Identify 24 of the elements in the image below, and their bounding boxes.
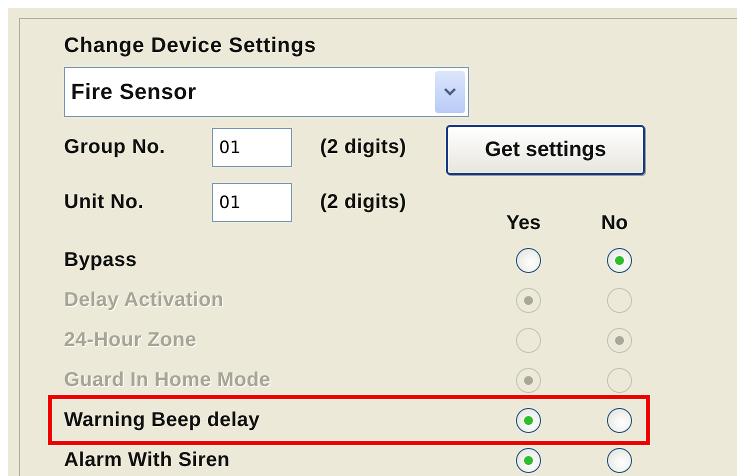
option-label: Bypass: [64, 248, 138, 272]
field-hint: (2 digits): [320, 191, 408, 214]
radio-button[interactable]: [607, 248, 632, 272]
number-field[interactable]: 01: [212, 128, 292, 167]
option-label: Alarm With Siren: [64, 448, 231, 472]
field-label: Group No.: [64, 136, 166, 159]
radio-button[interactable]: [516, 248, 541, 272]
option-label: 24-Hour Zone: [64, 328, 198, 352]
column-header: No: [600, 212, 629, 234]
field-hint: (2 digits): [320, 136, 408, 159]
option-label: Warning Beep delay: [64, 408, 261, 432]
get-settings-button[interactable]: Get settings: [446, 124, 645, 174]
column-header: Yes: [505, 212, 542, 234]
field-label: Unit No.: [64, 191, 145, 214]
option-label: Delay Activation: [64, 288, 225, 312]
radio-button[interactable]: [516, 448, 541, 472]
chevron-down-icon: [443, 87, 457, 97]
section-title: Change Device Settings: [64, 33, 318, 59]
option-label: Guard In Home Mode: [64, 368, 272, 392]
radio-button[interactable]: [607, 408, 632, 432]
radio-button[interactable]: [516, 408, 541, 432]
device-dropdown[interactable]: Fire Sensor: [64, 67, 469, 117]
number-field[interactable]: 01: [212, 183, 292, 222]
radio-button[interactable]: [607, 448, 632, 472]
